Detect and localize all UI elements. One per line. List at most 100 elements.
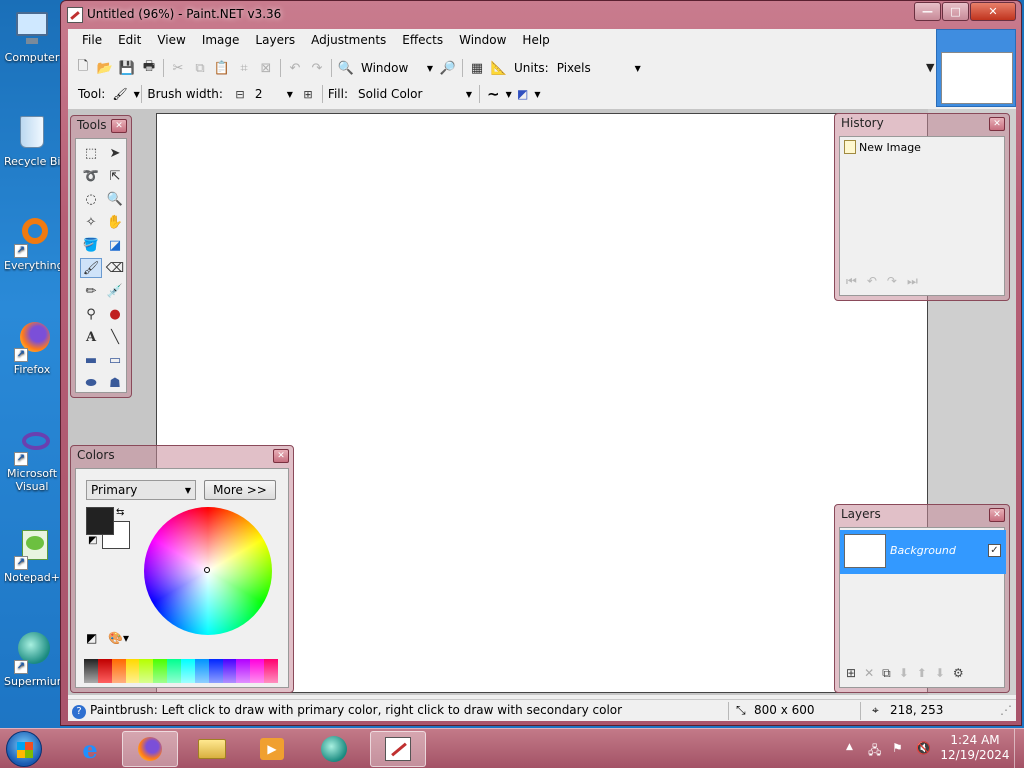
units-dropdown[interactable]: Pixels ▼ (553, 58, 645, 78)
menu-file[interactable]: File (74, 31, 110, 49)
cut-icon[interactable]: ✂ (167, 57, 189, 79)
rectangle-icon[interactable]: ▬ (80, 350, 102, 370)
pan-hand-icon[interactable]: ✋ (104, 212, 126, 232)
brush-width-dropdown[interactable]: 2 ▼ (251, 84, 297, 104)
redo-history-icon[interactable]: ↷ (887, 274, 907, 288)
ellipse-select-icon[interactable]: ◌ (80, 189, 102, 209)
palette-menu-icon[interactable]: 🎨▾ (108, 631, 129, 645)
palette-swap-icon[interactable]: ◩ (86, 631, 97, 645)
desktop-icon-supermium[interactable]: ↗ Supermium (4, 632, 60, 688)
ellipse-icon[interactable]: ⬬ (80, 373, 102, 393)
recolor-icon[interactable]: ● (104, 304, 126, 324)
primary-color-swatch[interactable] (86, 507, 114, 535)
zoom-out-icon[interactable]: 🔍 (335, 57, 357, 79)
layer-row[interactable]: Background ✓ (840, 530, 1006, 574)
rounded-rectangle-icon[interactable]: ▭ (104, 350, 126, 370)
lasso-select-icon[interactable]: ➰ (80, 166, 102, 186)
volume-muted-icon[interactable]: 🔇 (916, 741, 931, 755)
desktop-icon-firefox[interactable]: ↗ Firefox (4, 320, 60, 376)
redo-icon[interactable]: ↷ (306, 57, 328, 79)
zoom-dropdown[interactable]: Window ▼ (357, 58, 437, 78)
close-icon[interactable]: ✕ (273, 449, 289, 463)
print-icon[interactable]: 🖶 (138, 57, 160, 79)
copy-icon[interactable]: ⧉ (189, 57, 211, 79)
palette-swatch[interactable] (84, 659, 98, 683)
move-layer-down-icon[interactable]: ⬇ (935, 666, 953, 680)
blend-mode-dropdown[interactable]: ◩ ▼ (513, 84, 543, 104)
menu-window[interactable]: Window (451, 31, 514, 49)
palette-swatch[interactable] (139, 659, 154, 683)
move-selection-outline-icon[interactable]: ⇱ (104, 166, 126, 186)
desktop-icon-notepadpp[interactable]: ↗ Notepad++ (4, 528, 60, 584)
new-file-icon[interactable]: 🗋 (72, 57, 94, 79)
color-palette[interactable] (84, 659, 279, 683)
palette-swatch[interactable] (181, 659, 195, 683)
undo-icon[interactable]: ↶ (284, 57, 306, 79)
palette-swatch[interactable] (97, 659, 112, 683)
close-button[interactable]: ✕ (970, 2, 1016, 21)
antialiasing-dropdown[interactable]: ∼ ▼ (483, 84, 513, 104)
merge-down-icon[interactable]: ⬇ (899, 666, 917, 680)
delete-layer-icon[interactable]: ✕ (864, 666, 882, 680)
pencil-icon[interactable]: ✏ (80, 281, 102, 301)
brush-width-increase-icon[interactable]: ⊞ (297, 83, 319, 105)
color-mode-dropdown[interactable]: Primary ▼ (86, 480, 196, 500)
swap-colors-icon[interactable]: ⇆ (116, 507, 124, 518)
palette-swatch[interactable] (222, 659, 237, 683)
menu-view[interactable]: View (149, 31, 193, 49)
clone-stamp-icon[interactable]: ⚲ (80, 304, 102, 324)
menu-adjustments[interactable]: Adjustments (303, 31, 394, 49)
deselect-icon[interactable]: ⊠ (255, 57, 277, 79)
paintbrush-tool-icon[interactable]: 🖌 (80, 258, 102, 278)
grid-icon[interactable]: ▦ (466, 57, 488, 79)
taskbar-ie[interactable]: e (62, 731, 118, 767)
line-curve-icon[interactable]: ╲ (104, 327, 126, 347)
menu-help[interactable]: Help (514, 31, 557, 49)
open-folder-icon[interactable]: 📂 (94, 57, 116, 79)
image-thumbnail[interactable] (941, 52, 1013, 104)
add-layer-icon[interactable]: ⊞ (846, 666, 864, 680)
tool-dropdown[interactable]: 🖌 ▼ (108, 84, 139, 104)
magic-wand-icon[interactable]: ✧ (80, 212, 102, 232)
resize-grip-icon[interactable]: ⋰ (1000, 703, 1012, 717)
desktop-icon-computer[interactable]: Computer (4, 8, 60, 64)
eraser-icon[interactable]: ⌫ (104, 258, 126, 278)
palette-swatch[interactable] (250, 659, 265, 683)
rectangle-select-icon[interactable]: ⬚ (80, 143, 102, 163)
clock[interactable]: 1:24 AM 12/19/2024 (940, 733, 1010, 763)
action-center-flag-icon[interactable]: ⚑ (892, 741, 903, 755)
fill-dropdown[interactable]: Solid Color ▼ (354, 84, 476, 104)
undo-history-icon[interactable]: ↶ (867, 274, 887, 288)
color-wheel[interactable] (144, 507, 272, 635)
move-selection-icon[interactable]: ➤ (104, 143, 126, 163)
close-icon[interactable]: ✕ (989, 508, 1005, 522)
palette-swatch[interactable] (194, 659, 209, 683)
gradient-icon[interactable]: ◪ (104, 235, 126, 255)
minimize-button[interactable]: — (914, 2, 941, 21)
zoom-icon[interactable]: 🔍 (104, 189, 126, 209)
layer-visibility-checkbox[interactable]: ✓ (988, 544, 1001, 557)
paintnet-app-icon[interactable] (67, 7, 83, 23)
start-button[interactable] (6, 731, 42, 767)
palette-swatch[interactable] (125, 659, 140, 683)
zoom-in-icon[interactable]: 🔎 (437, 57, 459, 79)
palette-swatch[interactable] (236, 659, 251, 683)
palette-swatch[interactable] (264, 659, 279, 683)
desktop-icon-everything[interactable]: ↗ Everything (4, 216, 60, 272)
palette-swatch[interactable] (208, 659, 223, 683)
menu-edit[interactable]: Edit (110, 31, 149, 49)
palette-swatch[interactable] (153, 659, 168, 683)
move-layer-up-icon[interactable]: ⬆ (917, 666, 935, 680)
palette-swatch[interactable] (111, 659, 126, 683)
show-hidden-icons-icon[interactable]: ▲ (846, 742, 853, 752)
show-desktop-button[interactable] (1014, 729, 1024, 768)
close-icon[interactable]: ✕ (989, 117, 1005, 131)
close-icon[interactable]: ✕ (111, 119, 127, 133)
reset-colors-icon[interactable]: ◩ (88, 535, 97, 546)
image-thumbnail-tab[interactable] (936, 29, 1016, 107)
paste-icon[interactable]: 📋 (211, 57, 233, 79)
menu-image[interactable]: Image (194, 31, 248, 49)
network-icon[interactable]: 🖧 (868, 741, 881, 762)
layer-properties-icon[interactable]: ⚙ (953, 666, 972, 680)
taskbar-paintnet[interactable] (370, 731, 426, 767)
